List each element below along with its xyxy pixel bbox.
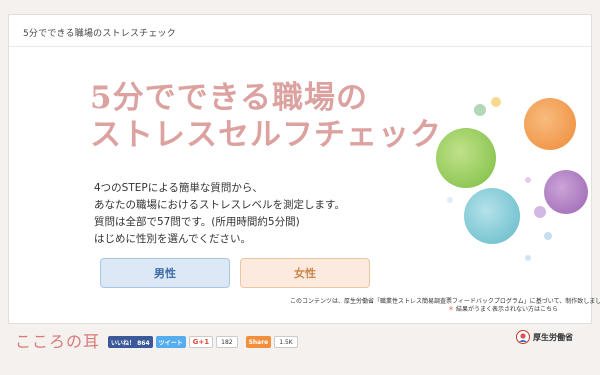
bubble (436, 128, 496, 188)
female-button[interactable]: 女性 (240, 258, 370, 288)
bubble (464, 188, 520, 244)
hero-title: 5分でできる職場の ストレスセルフチェック (90, 80, 442, 153)
watercolor-bubbles (436, 97, 588, 261)
description: 4つのSTEPによる簡単な質問から、 あなたの職場におけるストレスレベルを測定し… (94, 180, 345, 248)
bubble (474, 104, 486, 116)
share-count: 1.5K (274, 336, 298, 348)
ministry-logo[interactable]: 厚生労働省 (516, 330, 573, 344)
kokoro-no-mimi-logo[interactable]: こころの耳 (15, 328, 100, 352)
title-divider (9, 46, 591, 47)
bubble (534, 206, 546, 218)
bubble (447, 197, 453, 203)
description-line: はじめに性別を選んでください。 (94, 233, 251, 245)
window-title: 5分でできる職場のストレスチェック (23, 29, 176, 39)
male-button[interactable]: 男性 (100, 258, 230, 288)
description-line: あなたの職場におけるストレスレベルを測定します。 (94, 199, 345, 211)
description-line: 質問は全部で57問です。(所用時間約5分間) (94, 216, 300, 228)
ministry-icon (516, 330, 530, 344)
display-issue-link[interactable]: ＊ 結果がうまく表示されない方はこちら (448, 304, 558, 313)
bubble (491, 97, 501, 107)
bubble (544, 232, 552, 240)
bubble (525, 177, 531, 183)
share-button[interactable]: Share (245, 336, 272, 348)
ministry-name: 厚生労働省 (533, 332, 573, 342)
description-line: 4つのSTEPによる簡単な質問から、 (94, 182, 263, 194)
bubble (544, 170, 588, 214)
tweet-button[interactable]: ツイート (155, 336, 186, 348)
gplus-button[interactable]: G+1 (188, 336, 214, 348)
bubble (525, 255, 531, 261)
share-bar: いいね！ 864 ツイート G+1 182 Share 1.5K (108, 336, 306, 348)
display-issue-label: 結果がうまく表示されない方はこちら (455, 306, 558, 313)
gplus-count: 182 (216, 336, 238, 348)
facebook-like-button[interactable]: いいね！ 864 (108, 336, 153, 348)
bubble (524, 98, 576, 150)
asterisk-mark: ＊ (448, 306, 455, 313)
